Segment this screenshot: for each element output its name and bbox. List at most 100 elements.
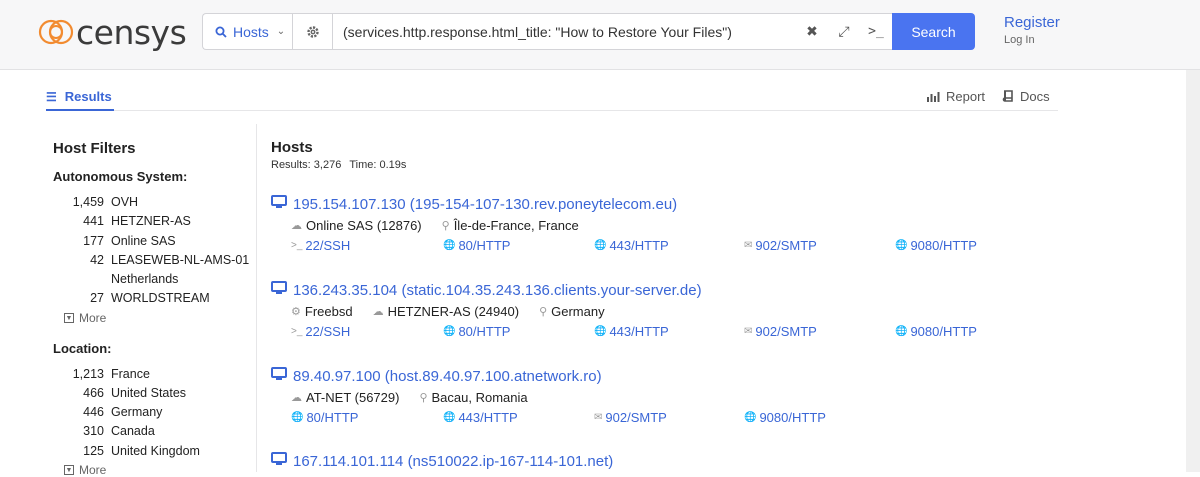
more-label: More <box>79 463 107 477</box>
envelope-icon: ✉ <box>744 326 753 337</box>
search-button[interactable]: Search <box>892 13 975 50</box>
service-link[interactable]: 🌐 9080/HTTP <box>744 410 826 425</box>
filter-item[interactable]: 27 WORLDSTREAM <box>53 291 210 305</box>
tab-results[interactable]: ☰ Results <box>46 84 114 111</box>
globe-icon: 🌐 <box>443 240 456 251</box>
location-pin-icon: ⚲ <box>419 392 428 404</box>
filter-count: 1,459 <box>72 195 104 209</box>
filter-item[interactable]: 177 Online SAS <box>53 234 176 248</box>
filter-item[interactable]: 125 United Kingdom <box>53 444 200 458</box>
service-label: 443/HTTP <box>609 324 669 339</box>
results-tab-bar: ☰ Results Report Docs <box>46 84 1058 111</box>
envelope-icon: ✉ <box>594 412 603 423</box>
more-filters-button[interactable]: ▼ More <box>64 311 106 325</box>
tab-docs[interactable]: Docs <box>1002 89 1050 104</box>
service-link[interactable]: 🌐 80/HTTP <box>291 410 358 425</box>
service-label: 22/SSH <box>305 238 351 253</box>
filter-count: 441 <box>83 214 104 228</box>
filter-count: 310 <box>83 424 104 438</box>
cloud-icon: ☁ <box>291 392 302 404</box>
filter-item[interactable]: 1,213 France <box>53 367 150 381</box>
host-link[interactable]: 167.114.101.114 (ns510022.ip-167-114-101… <box>271 452 613 470</box>
tab-docs-label: Docs <box>1020 89 1050 104</box>
service-label: 80/HTTP <box>306 410 359 425</box>
sidebar-title: Host Filters <box>53 140 136 157</box>
service-link[interactable]: 🌐 443/HTTP <box>594 324 669 339</box>
host-link[interactable]: 136.243.35.104 (static.104.35.243.136.cl… <box>271 281 702 299</box>
clear-query-button[interactable]: ✖ <box>796 14 828 49</box>
cloud-icon: ☁ <box>372 306 384 318</box>
filter-item[interactable]: 1,459 OVH <box>53 195 138 209</box>
host-location-text: Île-de-France, France <box>453 218 579 233</box>
results-time: Time: 0.19s <box>349 159 407 171</box>
tab-results-label: Results <box>64 89 112 104</box>
globe-icon: 🌐 <box>895 240 908 251</box>
tab-report[interactable]: Report <box>926 89 985 104</box>
filter-item[interactable]: 42 LEASEWEB-NL-AMS-01 <box>53 253 249 267</box>
host-location-text: Bacau, Romania <box>431 390 528 405</box>
host-hostname: (static.104.35.243.136.clients.your-serv… <box>401 281 702 299</box>
terminal-icon: >_ <box>291 240 303 251</box>
expand-query-button[interactable]: ⤢ <box>828 14 860 49</box>
service-link[interactable]: 🌐 80/HTTP <box>443 324 510 339</box>
host-link[interactable]: 195.154.107.130 (195-154-107-130.rev.pon… <box>271 195 677 213</box>
more-filters-button[interactable]: ▼ More <box>64 463 106 477</box>
monitor-icon <box>271 452 287 470</box>
service-link[interactable]: ✉ 902/SMTP <box>744 324 817 339</box>
location-pin-icon: ⚲ <box>441 220 450 232</box>
service-link[interactable]: ✉ 902/SMTP <box>594 410 667 425</box>
filter-item[interactable]: 310 Canada <box>53 424 155 438</box>
results-panel: Hosts Results: 3,276 Time: 0.19s 195.154.… <box>271 124 1171 472</box>
service-link[interactable]: ✉ 902/SMTP <box>744 238 817 253</box>
filter-item[interactable]: 441 HETZNER-AS <box>53 214 191 228</box>
register-link[interactable]: Register <box>1004 14 1060 31</box>
host-link[interactable]: 89.40.97.100 (host.89.40.97.100.atnetwor… <box>271 367 602 385</box>
filter-count: 42 <box>90 253 104 267</box>
globe-icon: 🌐 <box>895 326 908 337</box>
service-label: 22/SSH <box>305 324 351 339</box>
globe-icon: 🌐 <box>443 412 456 423</box>
results-meta: Results: 3,276 Time: 0.19s <box>271 159 414 171</box>
host-ip: 136.243.35.104 <box>293 281 398 299</box>
filter-label: Canada <box>111 424 155 438</box>
globe-icon: 🌐 <box>594 326 607 337</box>
host-filters-sidebar: Host Filters Autonomous System: 1,459 OVH… <box>46 124 257 477</box>
service-label: 443/HTTP <box>458 410 518 425</box>
host-asn-text: AT-NET (56729) <box>306 390 400 405</box>
filter-item[interactable]: 466 United States <box>53 386 186 400</box>
close-icon: ✖ <box>806 23 818 39</box>
service-label: 443/HTTP <box>609 238 669 253</box>
host-info: ⚙ Freebsd ☁ HETZNER-AS (24940) ⚲ Germany <box>291 304 625 319</box>
censys-logo[interactable]: censys <box>38 12 187 52</box>
service-link[interactable]: 🌐 80/HTTP <box>443 238 510 253</box>
monitor-icon <box>271 195 287 213</box>
resource-type-select[interactable]: Hosts ⌄ <box>203 14 293 49</box>
filter-label: Online SAS <box>111 234 176 248</box>
query-language-button[interactable]: >_ <box>860 14 892 49</box>
settings-button[interactable] <box>293 14 333 49</box>
top-bar: censys Hosts ⌄ ✖ ⤢ >_ Search Register Lo… <box>0 0 1200 70</box>
envelope-icon: ✉ <box>744 240 753 251</box>
filter-label: France <box>111 367 150 381</box>
service-link[interactable]: >_ 22/SSH <box>291 324 350 339</box>
host-os: ⚙ Freebsd <box>291 304 353 319</box>
results-count: Results: 3,276 <box>271 159 342 171</box>
globe-icon: 🌐 <box>594 240 607 251</box>
service-label: 902/SMTP <box>755 238 817 253</box>
service-link[interactable]: 🌐 9080/HTTP <box>895 324 977 339</box>
service-link[interactable]: 🌐 443/HTTP <box>594 238 669 253</box>
login-link[interactable]: Log In <box>1004 34 1035 46</box>
service-link[interactable]: 🌐 9080/HTTP <box>895 238 977 253</box>
logo-rings-icon <box>38 19 74 45</box>
logo-text: censys <box>76 12 187 52</box>
filter-section-title: Location: <box>53 341 112 356</box>
search-icon <box>215 26 227 38</box>
filter-item[interactable]: 446 Germany <box>53 405 162 419</box>
service-link[interactable]: 🌐 443/HTTP <box>443 410 518 425</box>
more-label: More <box>79 311 107 325</box>
page-scrollbar[interactable] <box>1186 70 1200 472</box>
search-input[interactable] <box>333 14 796 49</box>
expand-icon: ⤢ <box>838 23 850 39</box>
service-link[interactable]: >_ 22/SSH <box>291 238 350 253</box>
gear-icon <box>306 25 319 38</box>
